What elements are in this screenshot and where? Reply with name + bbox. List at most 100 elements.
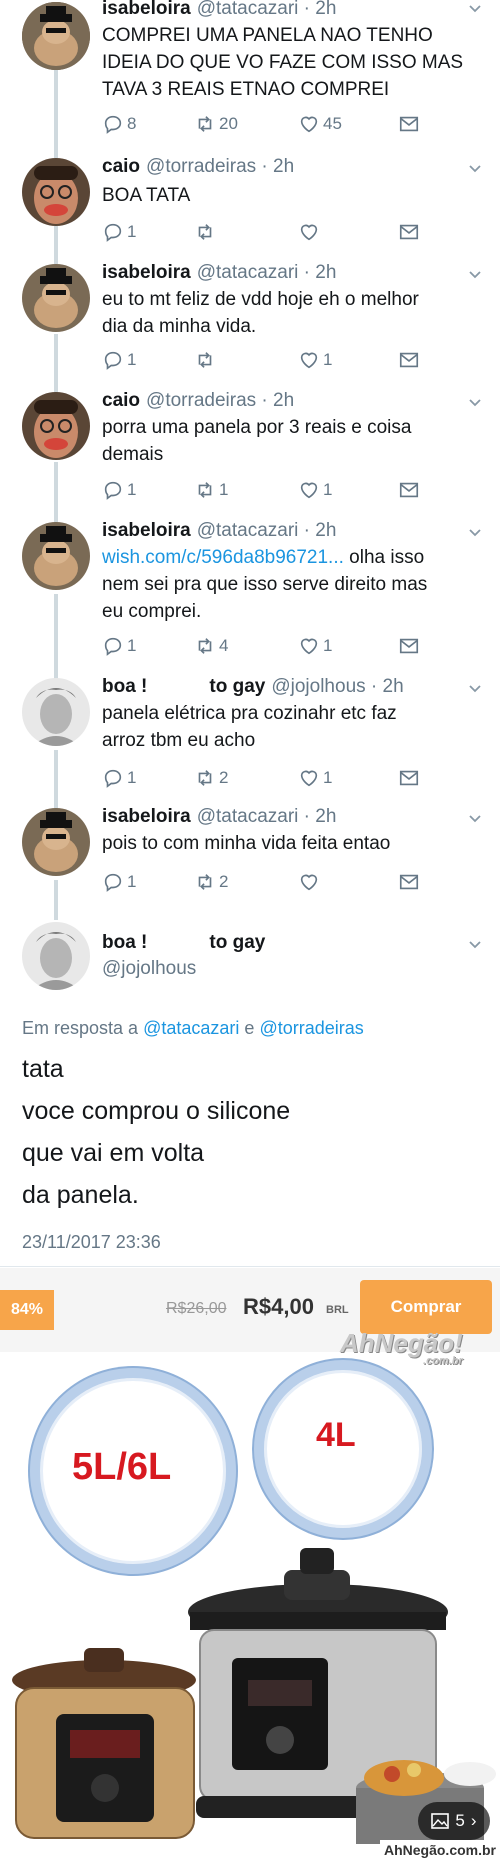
- like-button[interactable]: 1: [298, 478, 332, 502]
- retweet-count: 2: [219, 768, 229, 787]
- retweet-button[interactable]: 1: [194, 478, 228, 502]
- reply-button[interactable]: 8: [102, 112, 136, 136]
- display-name[interactable]: isabeloira: [102, 0, 191, 19]
- avatar[interactable]: [22, 678, 90, 746]
- avatar[interactable]: [22, 264, 90, 332]
- chevron-down-icon[interactable]: [468, 526, 482, 540]
- retweet-icon: [198, 224, 212, 240]
- size-label: 5L/6L: [72, 1446, 172, 1488]
- dm-button[interactable]: [398, 220, 420, 244]
- reply-button[interactable]: 1: [102, 634, 136, 658]
- display-name[interactable]: caio: [102, 156, 140, 177]
- tweet[interactable]: boa ! to gay @jojolhous · 2h panela elétri…: [0, 676, 500, 796]
- tweet-link[interactable]: wish.com/c/596da8b96721...: [102, 547, 344, 568]
- display-name-part[interactable]: to gay: [209, 676, 265, 697]
- main-tweet[interactable]: boa ! to gay @jojolhous Em resposta a @ta…: [0, 920, 500, 1260]
- product-listing: 84% R$26,00 R$4,00 BRL Comprar AhNegão! …: [0, 1268, 500, 1860]
- tweet-header: caio @torradeiras · 2h: [102, 156, 294, 178]
- reply-button[interactable]: 1: [102, 870, 136, 894]
- dm-button[interactable]: [398, 348, 420, 372]
- tweet-text: eu to mt feliz de vdd hoje eh o melhor d…: [102, 286, 482, 340]
- handle[interactable]: @jojolhous: [102, 958, 196, 979]
- tweet[interactable]: isabeloira @tatacazari · 2h eu to mt feli…: [0, 262, 500, 382]
- dm-button[interactable]: [398, 766, 420, 790]
- retweet-button[interactable]: 4: [194, 634, 228, 658]
- mail-icon: [399, 352, 419, 368]
- tweet-actions: 1 1: [102, 348, 442, 372]
- chevron-down-icon[interactable]: [468, 162, 482, 176]
- dm-button[interactable]: [398, 634, 420, 658]
- tweet[interactable]: isabeloira @tatacazari · 2h wish.com/c/59…: [0, 520, 500, 660]
- like-button[interactable]: [298, 870, 323, 894]
- tweet[interactable]: caio @torradeiras · 2h porra uma panela p…: [0, 390, 500, 510]
- avatar[interactable]: [22, 158, 90, 226]
- reply-button[interactable]: 1: [102, 220, 136, 244]
- reply-button[interactable]: 1: [102, 766, 136, 790]
- avatar[interactable]: [22, 808, 90, 876]
- buy-button[interactable]: Comprar: [360, 1280, 492, 1334]
- display-name[interactable]: isabeloira: [102, 806, 191, 827]
- dm-button[interactable]: [398, 870, 420, 894]
- handle[interactable]: @torradeiras · 2h: [146, 156, 294, 177]
- tweet[interactable]: caio @torradeiras · 2h BOA TATA 1: [0, 156, 500, 256]
- handle[interactable]: @torradeiras · 2h: [146, 390, 294, 411]
- tweet-header: boa ! to gay: [102, 932, 265, 954]
- retweet-button[interactable]: 2: [194, 766, 228, 790]
- reply-button[interactable]: 1: [102, 478, 136, 502]
- like-button[interactable]: 1: [298, 348, 332, 372]
- handle[interactable]: @tatacazari · 2h: [197, 806, 337, 827]
- like-button[interactable]: 1: [298, 766, 332, 790]
- display-name[interactable]: isabeloira: [102, 520, 191, 541]
- chevron-down-icon[interactable]: [468, 268, 482, 282]
- divider: [0, 1266, 500, 1267]
- retweet-button[interactable]: 2: [194, 870, 228, 894]
- tweet-line: demais: [102, 444, 164, 465]
- tweet-timestamp[interactable]: 23/11/2017 23:36: [22, 1232, 161, 1253]
- retweet-count: 4: [219, 636, 229, 655]
- avatar[interactable]: [22, 922, 90, 990]
- handle[interactable]: @tatacazari · 2h: [197, 262, 337, 283]
- chevron-down-icon[interactable]: [468, 682, 482, 696]
- handle[interactable]: @jojolhous · 2h: [271, 676, 403, 697]
- tweet-header: isabeloira @tatacazari · 2h: [102, 0, 336, 20]
- display-name[interactable]: caio: [102, 390, 140, 411]
- chevron-down-icon[interactable]: [468, 812, 482, 826]
- reply-button[interactable]: 1: [102, 348, 136, 372]
- avatar[interactable]: [22, 392, 90, 460]
- like-button[interactable]: 1: [298, 634, 332, 658]
- avatar[interactable]: [22, 522, 90, 590]
- mention-link[interactable]: @tatacazari: [143, 1018, 239, 1038]
- gallery-count-button[interactable]: 5 ›: [418, 1802, 490, 1840]
- retweet-button[interactable]: 20: [194, 112, 238, 136]
- mail-icon: [399, 770, 419, 786]
- mention-link[interactable]: @torradeiras: [259, 1018, 363, 1038]
- display-name[interactable]: boa !: [102, 676, 147, 697]
- display-name-part[interactable]: to gay: [209, 932, 265, 953]
- tweet-header: caio @torradeiras · 2h: [102, 390, 294, 412]
- tweet[interactable]: isabeloira @tatacazari · 2h COMPREI UMA P…: [0, 0, 500, 150]
- chevron-down-icon[interactable]: [468, 938, 482, 952]
- retweet-button[interactable]: [194, 220, 219, 244]
- avatar[interactable]: [22, 2, 90, 70]
- like-button[interactable]: 45: [298, 112, 342, 136]
- handle[interactable]: @tatacazari · 2h: [197, 0, 337, 19]
- like-button[interactable]: [298, 220, 323, 244]
- tweet-line: IDEIA DO QUE VO FAZE COM ISSO MAS: [102, 52, 464, 73]
- gallery-icon: [431, 1813, 450, 1829]
- like-count: 1: [323, 636, 333, 655]
- retweet-button[interactable]: [194, 348, 219, 372]
- display-name[interactable]: boa !: [102, 932, 147, 953]
- retweet-count: 20: [219, 114, 238, 133]
- mail-icon: [399, 224, 419, 240]
- reply-icon: [104, 115, 122, 134]
- gallery-count: 5: [455, 1811, 465, 1830]
- chevron-down-icon[interactable]: [468, 2, 482, 16]
- mail-icon: [399, 482, 419, 498]
- dm-button[interactable]: [398, 112, 420, 136]
- mail-icon: [399, 116, 419, 132]
- display-name[interactable]: isabeloira: [102, 262, 191, 283]
- tweet[interactable]: isabeloira @tatacazari · 2h pois to com m…: [0, 806, 500, 906]
- chevron-down-icon[interactable]: [468, 396, 482, 410]
- dm-button[interactable]: [398, 478, 420, 502]
- handle[interactable]: @tatacazari · 2h: [197, 520, 337, 541]
